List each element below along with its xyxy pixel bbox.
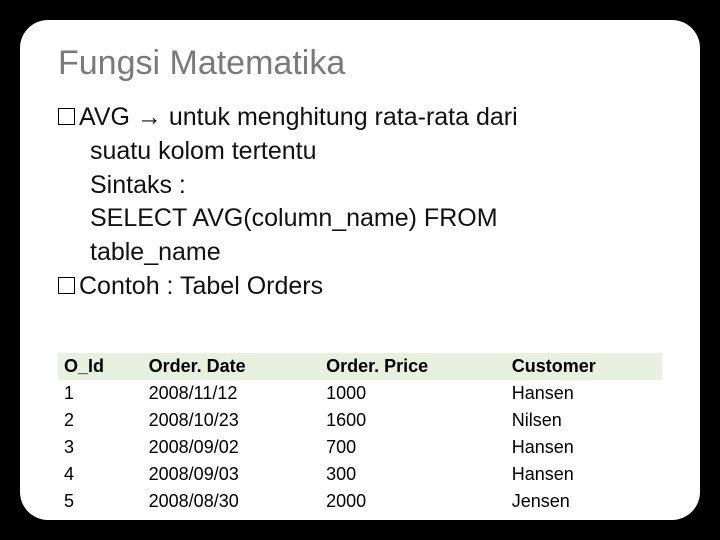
cell-price: 1600 (320, 407, 506, 434)
table-row: 5 2008/08/30 2000 Jensen (58, 488, 662, 515)
line-2: suatu kolom tertentu (90, 135, 662, 169)
line-4: SELECT AVG(column_name) FROM (90, 202, 662, 236)
table-header-row: O_Id Order. Date Order. Price Customer (58, 353, 662, 380)
cell-oid: 4 (58, 461, 143, 488)
content-area: AVG → untuk menghitung rata-rata dari su… (58, 101, 662, 304)
table-row: 2 2008/10/23 1600 Nilsen (58, 407, 662, 434)
bullet-1-prefix: AVG (79, 103, 137, 131)
slide: Fungsi Matematika AVG → untuk menghitung… (20, 20, 700, 520)
cell-customer: Nilsen (506, 515, 662, 520)
th-oid: O_Id (58, 353, 143, 380)
checkbox-icon (58, 108, 75, 125)
cell-date: 2008/10/23 (143, 407, 320, 434)
cell-date: 2008/11/12 (143, 380, 320, 407)
th-orderdate: Order. Date (143, 353, 320, 380)
line-5: table_name (90, 236, 662, 270)
cell-price: 1000 (320, 380, 506, 407)
orders-table-wrap: O_Id Order. Date Order. Price Customer 1… (58, 353, 662, 520)
cell-oid: 1 (58, 380, 143, 407)
cell-oid: 5 (58, 488, 143, 515)
checkbox-icon (58, 277, 75, 294)
cell-price: 300 (320, 461, 506, 488)
bullet-1-suffix: untuk menghitung rata-rata dari (162, 103, 518, 131)
cell-price: 700 (320, 434, 506, 461)
arrow-icon: → (137, 103, 162, 131)
cell-oid: 3 (58, 434, 143, 461)
cell-customer: Jensen (506, 488, 662, 515)
table-row: 4 2008/09/03 300 Hansen (58, 461, 662, 488)
cell-customer: Nilsen (506, 407, 662, 434)
table-row: 6 2008/10/04 100 Nilsen (58, 515, 662, 520)
cell-date: 2008/08/30 (143, 488, 320, 515)
cell-oid: 2 (58, 407, 143, 434)
cell-customer: Hansen (506, 434, 662, 461)
bullet-2-text: Contoh : Tabel Orders (79, 270, 323, 304)
cell-price: 100 (320, 515, 506, 520)
cell-price: 2000 (320, 488, 506, 515)
th-orderprice: Order. Price (320, 353, 506, 380)
cell-customer: Hansen (506, 461, 662, 488)
bullet-2: Contoh : Tabel Orders (58, 270, 662, 304)
table-row: 1 2008/11/12 1000 Hansen (58, 380, 662, 407)
cell-date: 2008/10/04 (143, 515, 320, 520)
line-3: Sintaks : (90, 169, 662, 203)
th-customer: Customer (506, 353, 662, 380)
bullet-1: AVG → untuk menghitung rata-rata dari (58, 101, 662, 135)
orders-table: O_Id Order. Date Order. Price Customer 1… (58, 353, 662, 520)
bullet-1-text: AVG → untuk menghitung rata-rata dari (79, 101, 518, 135)
cell-oid: 6 (58, 515, 143, 520)
cell-customer: Hansen (506, 380, 662, 407)
table-row: 3 2008/09/02 700 Hansen (58, 434, 662, 461)
cell-date: 2008/09/03 (143, 461, 320, 488)
slide-title: Fungsi Matematika (58, 44, 662, 83)
cell-date: 2008/09/02 (143, 434, 320, 461)
